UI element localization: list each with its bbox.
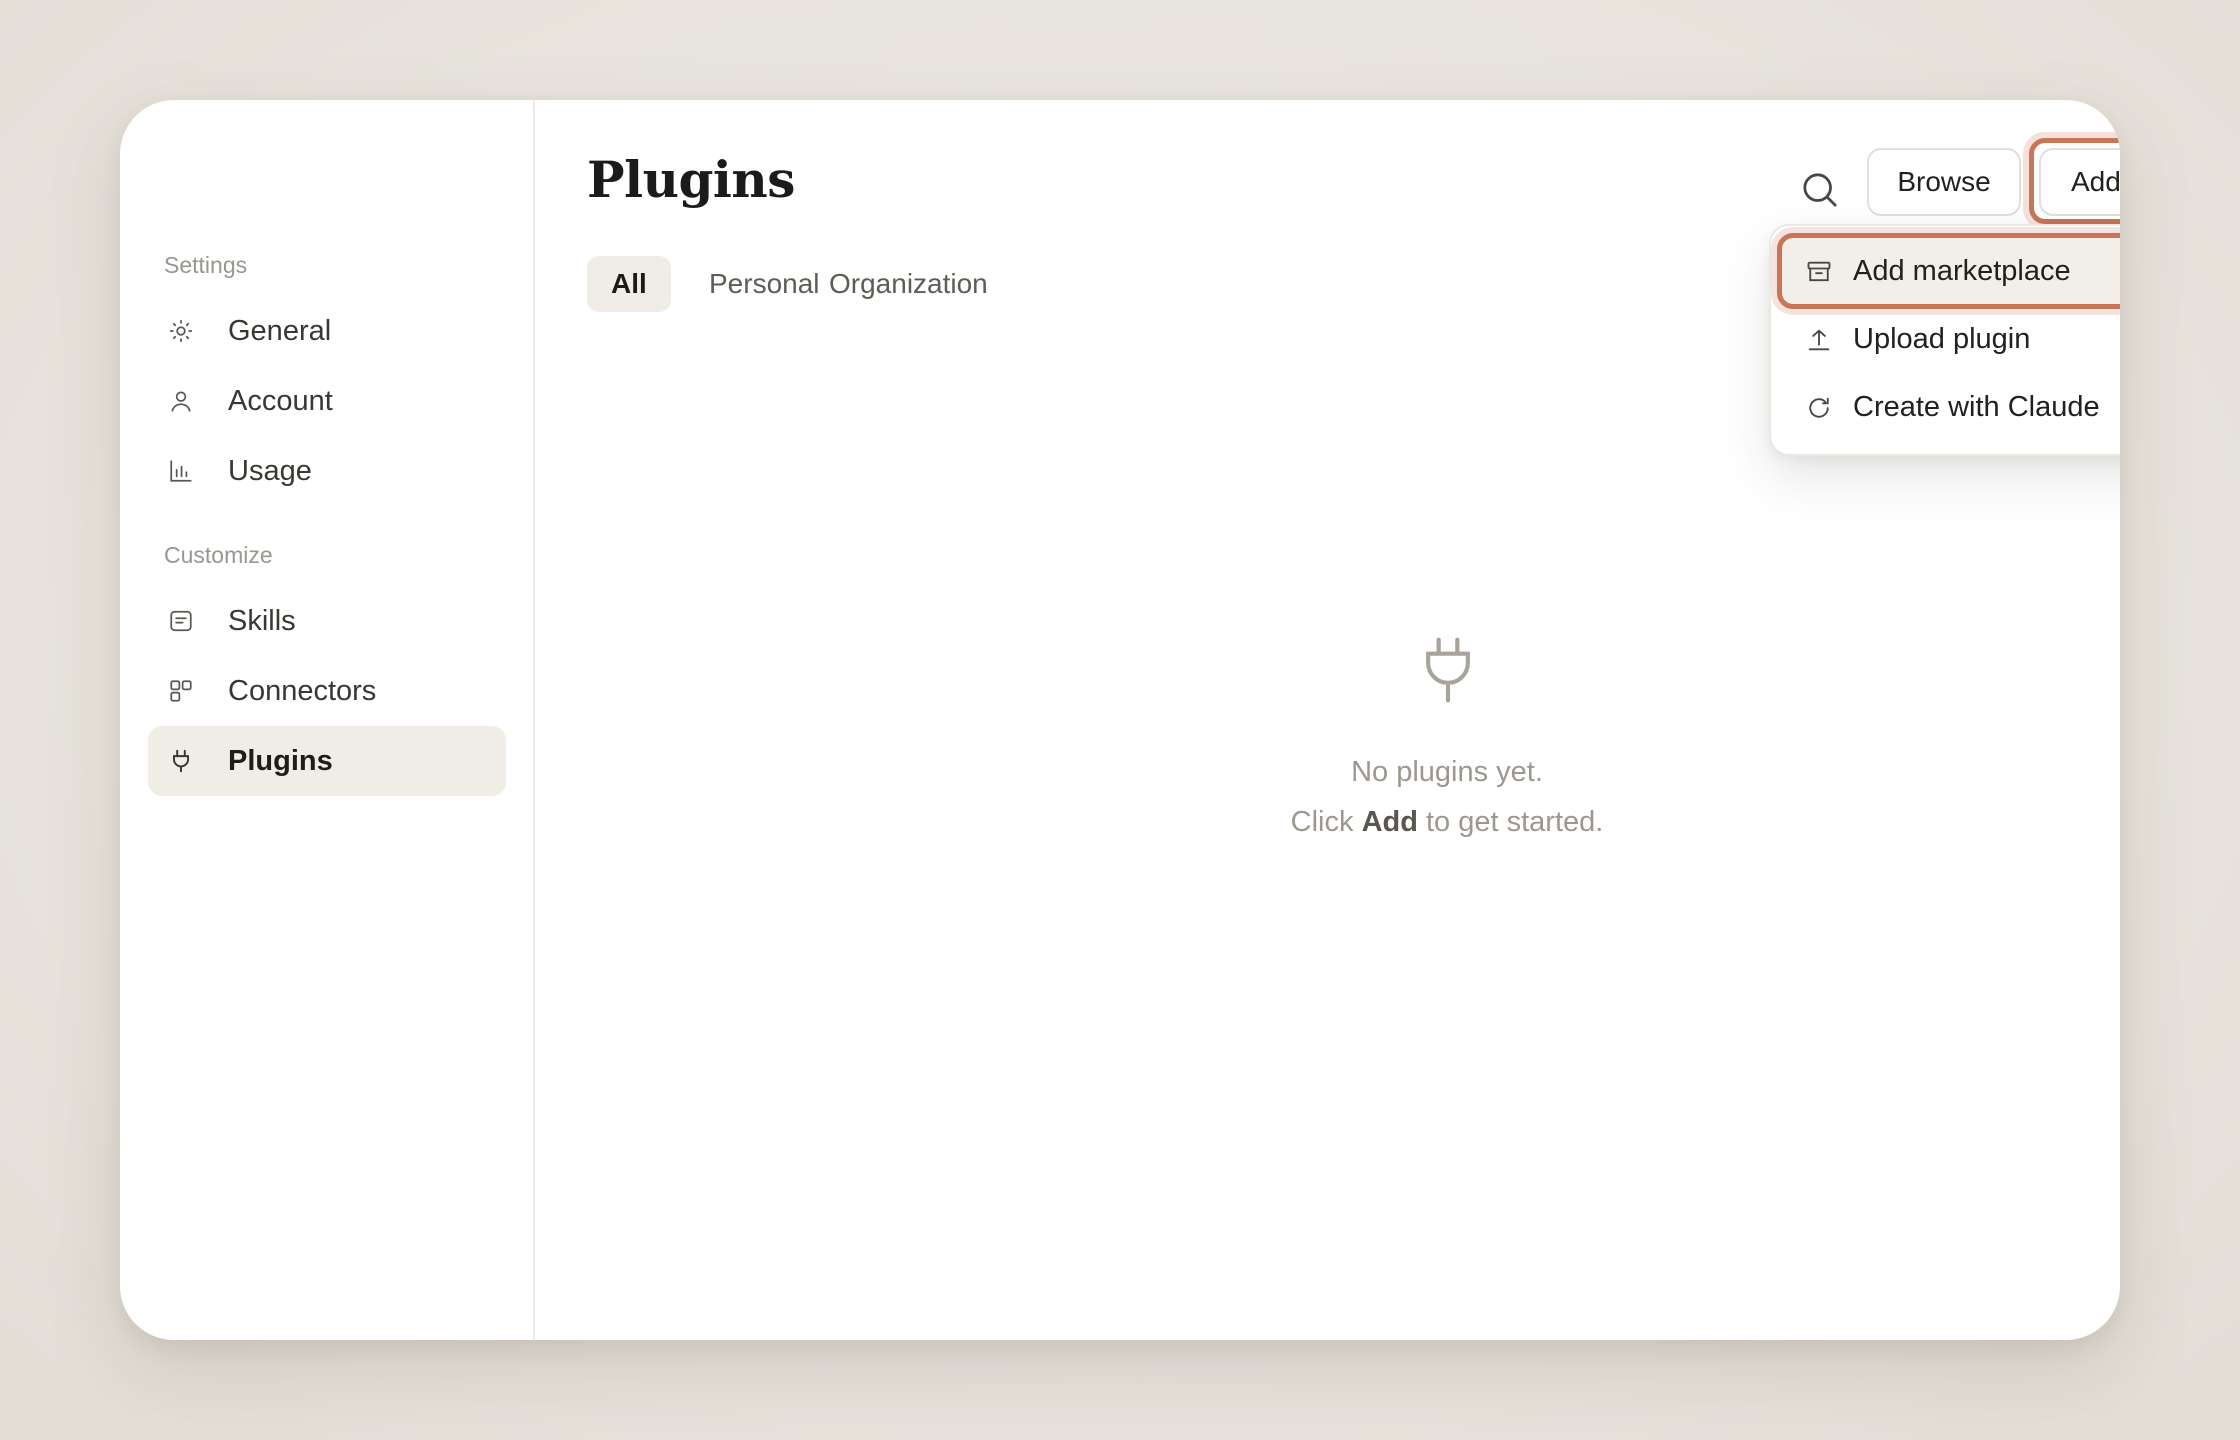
sidebar-item-connectors[interactable]: Connectors bbox=[148, 656, 506, 726]
sidebar: Settings General Account Usage Customize… bbox=[120, 100, 535, 1340]
plug-icon bbox=[172, 749, 190, 773]
sidebar-item-label: Connectors bbox=[228, 674, 377, 707]
sidebar-item-label: General bbox=[228, 314, 332, 347]
user-icon bbox=[171, 391, 191, 412]
sidebar-item-label: Usage bbox=[228, 454, 312, 487]
menu-item-upload-plugin[interactable]: Upload plugin bbox=[1781, 306, 2120, 372]
sidebar-item-account[interactable]: Account bbox=[148, 366, 506, 436]
browse-button[interactable]: Browse bbox=[1867, 148, 2021, 216]
document-icon bbox=[170, 610, 192, 632]
empty-state-title: No plugins yet. bbox=[1351, 756, 1543, 788]
refresh-icon bbox=[1809, 397, 1829, 418]
menu-item-label: Add marketplace bbox=[1853, 254, 2071, 287]
add-button-label: Add bbox=[2071, 166, 2120, 197]
bar-chart-icon bbox=[170, 460, 192, 482]
desktop-background: Settings General Account Usage Customize… bbox=[0, 0, 2240, 1440]
upload-icon bbox=[1808, 329, 1830, 351]
sidebar-item-skills[interactable]: Skills bbox=[148, 586, 506, 656]
search-button[interactable] bbox=[1792, 162, 1848, 218]
add-button[interactable]: Add bbox=[2039, 148, 2120, 216]
archive-box-icon bbox=[1807, 261, 1831, 282]
sidebar-item-label: Plugins bbox=[228, 744, 333, 777]
menu-item-create-with-claude[interactable]: Create with Claude bbox=[1781, 374, 2120, 440]
sidebar-item-plugins[interactable]: Plugins bbox=[148, 726, 506, 796]
tab-all[interactable]: All bbox=[587, 256, 671, 312]
search-icon bbox=[1803, 173, 1837, 207]
menu-item-label: Upload plugin bbox=[1853, 322, 2031, 355]
empty-state-hint-prefix: Click bbox=[1290, 806, 1362, 838]
empty-state-hint-suffix: to get started. bbox=[1417, 806, 1604, 838]
plug-icon bbox=[1426, 637, 1470, 703]
sidebar-item-usage[interactable]: Usage bbox=[148, 436, 506, 506]
section-label-settings: Settings bbox=[164, 252, 248, 278]
menu-item-label: Create with Claude bbox=[1853, 390, 2100, 423]
settings-window: Settings General Account Usage Customize… bbox=[120, 100, 2120, 1340]
add-dropdown-menu: Add marketplace Upload plugin Create wit… bbox=[1769, 224, 2120, 456]
tab-organization[interactable]: Organization bbox=[805, 256, 1012, 312]
empty-state-hint-add: Add bbox=[1361, 806, 1418, 838]
sidebar-item-general[interactable]: General bbox=[148, 296, 506, 366]
sidebar-item-label: Account bbox=[228, 384, 333, 417]
menu-item-add-marketplace[interactable]: Add marketplace bbox=[1781, 238, 2120, 304]
sidebar-item-label: Skills bbox=[228, 604, 296, 637]
sun-icon bbox=[169, 319, 193, 343]
section-label-customize: Customize bbox=[164, 542, 273, 568]
page-title: Plugins bbox=[587, 150, 795, 209]
grid-icon bbox=[170, 680, 192, 702]
main-content: Plugins Browse Add All Personal Organiza… bbox=[537, 100, 2120, 1340]
empty-state-hint: Click Add to get started. bbox=[1147, 806, 1747, 839]
